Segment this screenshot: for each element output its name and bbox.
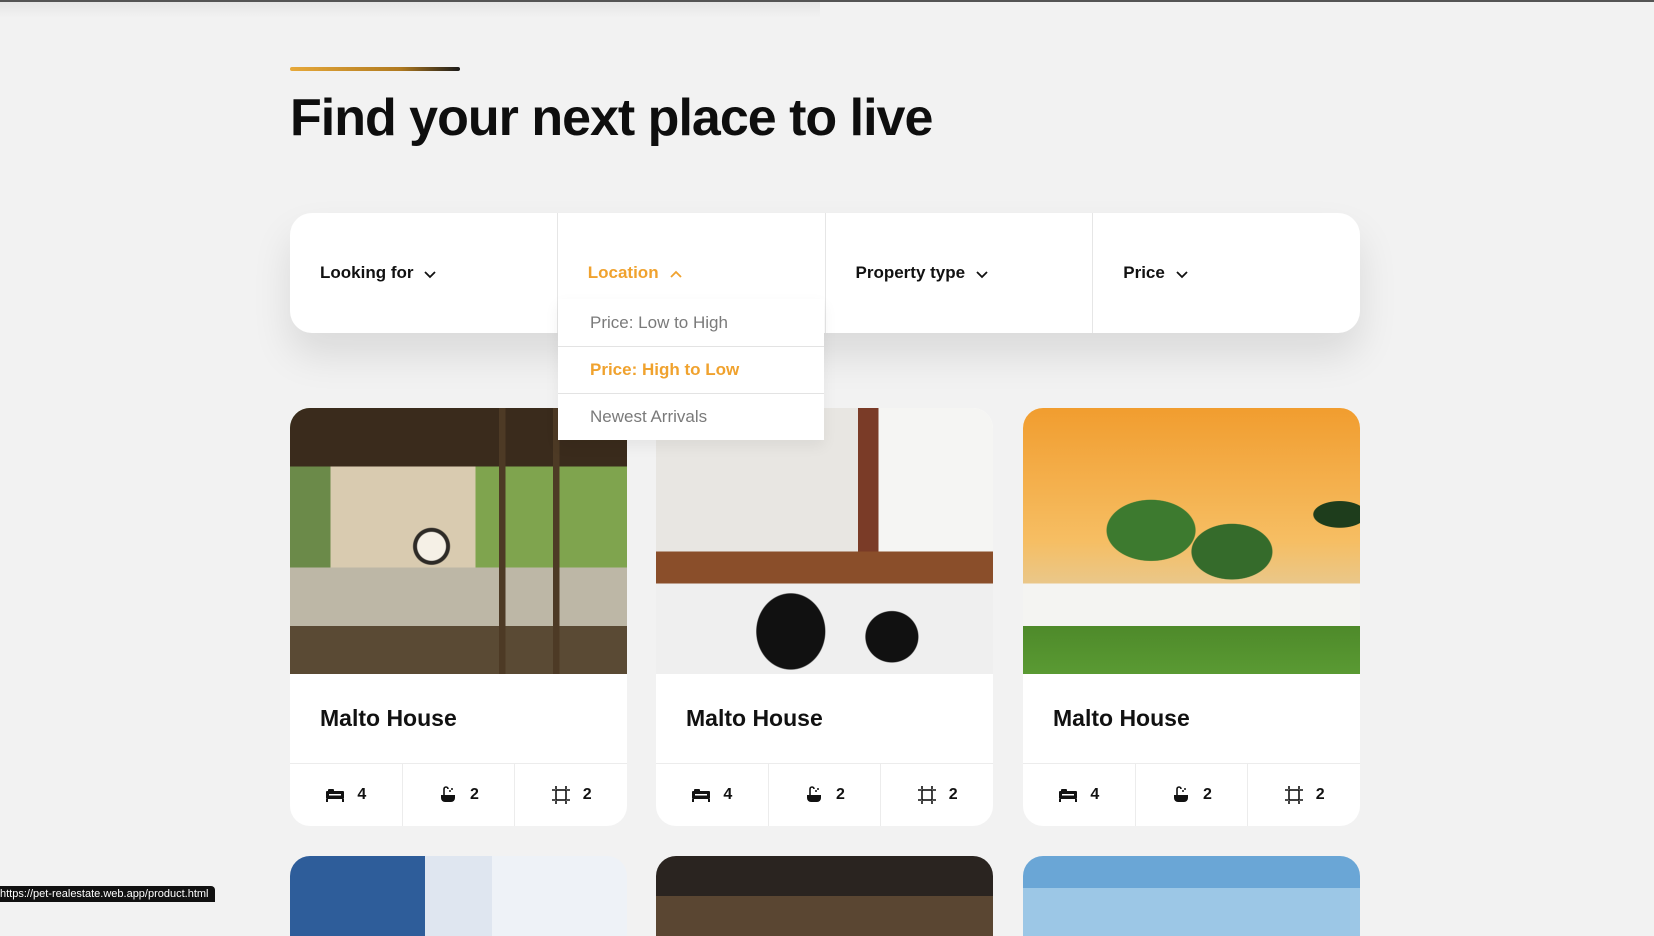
- filter-price[interactable]: Price: [1092, 213, 1360, 333]
- bath-icon: [1171, 785, 1191, 805]
- stat-value: 4: [723, 786, 733, 803]
- bath-icon: [804, 785, 824, 805]
- filter-bar: Looking for Location Property type Price: [290, 213, 1360, 333]
- stat-value: 2: [1203, 786, 1212, 803]
- listing-photo[interactable]: [1023, 408, 1360, 674]
- stat-value: 4: [357, 786, 367, 803]
- stat-area: 2: [1247, 764, 1360, 826]
- stat-beds: 4: [656, 764, 768, 826]
- listing-stats: 4 2 2: [1023, 764, 1360, 826]
- stat-value: 4: [1090, 786, 1100, 803]
- listing-card-partial[interactable]: [1023, 856, 1360, 936]
- area-icon: [1284, 785, 1304, 805]
- filter-looking-for[interactable]: Looking for: [290, 213, 557, 333]
- bed-icon: [691, 785, 711, 805]
- chevron-down-icon: [975, 266, 989, 280]
- stat-beds: 4: [290, 764, 402, 826]
- listing-card[interactable]: Malto House 4 2 2: [290, 408, 627, 826]
- stat-area: 2: [514, 764, 627, 826]
- stat-value: 2: [470, 786, 479, 803]
- dropdown-option-price-high-low[interactable]: Price: High to Low: [558, 346, 824, 393]
- stat-value: 2: [948, 786, 958, 803]
- listing-card-partial[interactable]: [290, 856, 627, 936]
- area-icon: [917, 785, 937, 805]
- heading-accent-bar: [290, 67, 460, 71]
- page-title: Find your next place to live: [290, 89, 933, 147]
- filter-label: Location: [587, 263, 659, 282]
- filter-label: Looking for: [320, 263, 414, 282]
- status-bar-url: https://pet-realestate.web.app/product.h…: [0, 886, 215, 902]
- stat-beds: 4: [1023, 764, 1135, 826]
- chevron-up-icon: [669, 266, 683, 280]
- filter-label: Property type: [855, 263, 966, 282]
- stat-value: 2: [1315, 786, 1325, 803]
- listing-title[interactable]: Malto House: [290, 674, 627, 764]
- listing-stats: 4 2 2: [290, 764, 627, 826]
- bed-icon: [325, 785, 345, 805]
- stat-baths: 2: [767, 764, 881, 826]
- listing-card[interactable]: Malto House 4 2 2: [1023, 408, 1360, 826]
- chevron-down-icon: [423, 266, 437, 280]
- stat-value: 2: [582, 786, 592, 803]
- bed-icon: [1058, 785, 1078, 805]
- listing-card[interactable]: Malto House 4 2 2: [656, 408, 993, 826]
- stat-area: 2: [880, 764, 993, 826]
- chevron-down-icon: [1175, 266, 1189, 280]
- listing-title[interactable]: Malto House: [1023, 674, 1360, 764]
- stat-baths: 2: [401, 764, 515, 826]
- listing-photo[interactable]: [656, 408, 993, 674]
- listing-card-partial[interactable]: [656, 856, 993, 936]
- listing-photo[interactable]: [290, 408, 627, 674]
- dropdown-option-price-low-high[interactable]: Price: Low to High: [558, 299, 824, 346]
- area-icon: [551, 785, 571, 805]
- top-shadow: [0, 2, 820, 18]
- listing-stats: 4 2 2: [656, 764, 993, 826]
- listing-title[interactable]: Malto House: [656, 674, 993, 764]
- location-dropdown-menu: Price: Low to High Price: High to Low Ne…: [558, 299, 824, 440]
- filter-property-type[interactable]: Property type: [824, 213, 1093, 333]
- bath-icon: [438, 785, 458, 805]
- stat-baths: 2: [1134, 764, 1248, 826]
- dropdown-option-newest[interactable]: Newest Arrivals: [558, 393, 824, 440]
- filter-label: Price: [1123, 263, 1165, 282]
- stat-value: 2: [836, 786, 845, 803]
